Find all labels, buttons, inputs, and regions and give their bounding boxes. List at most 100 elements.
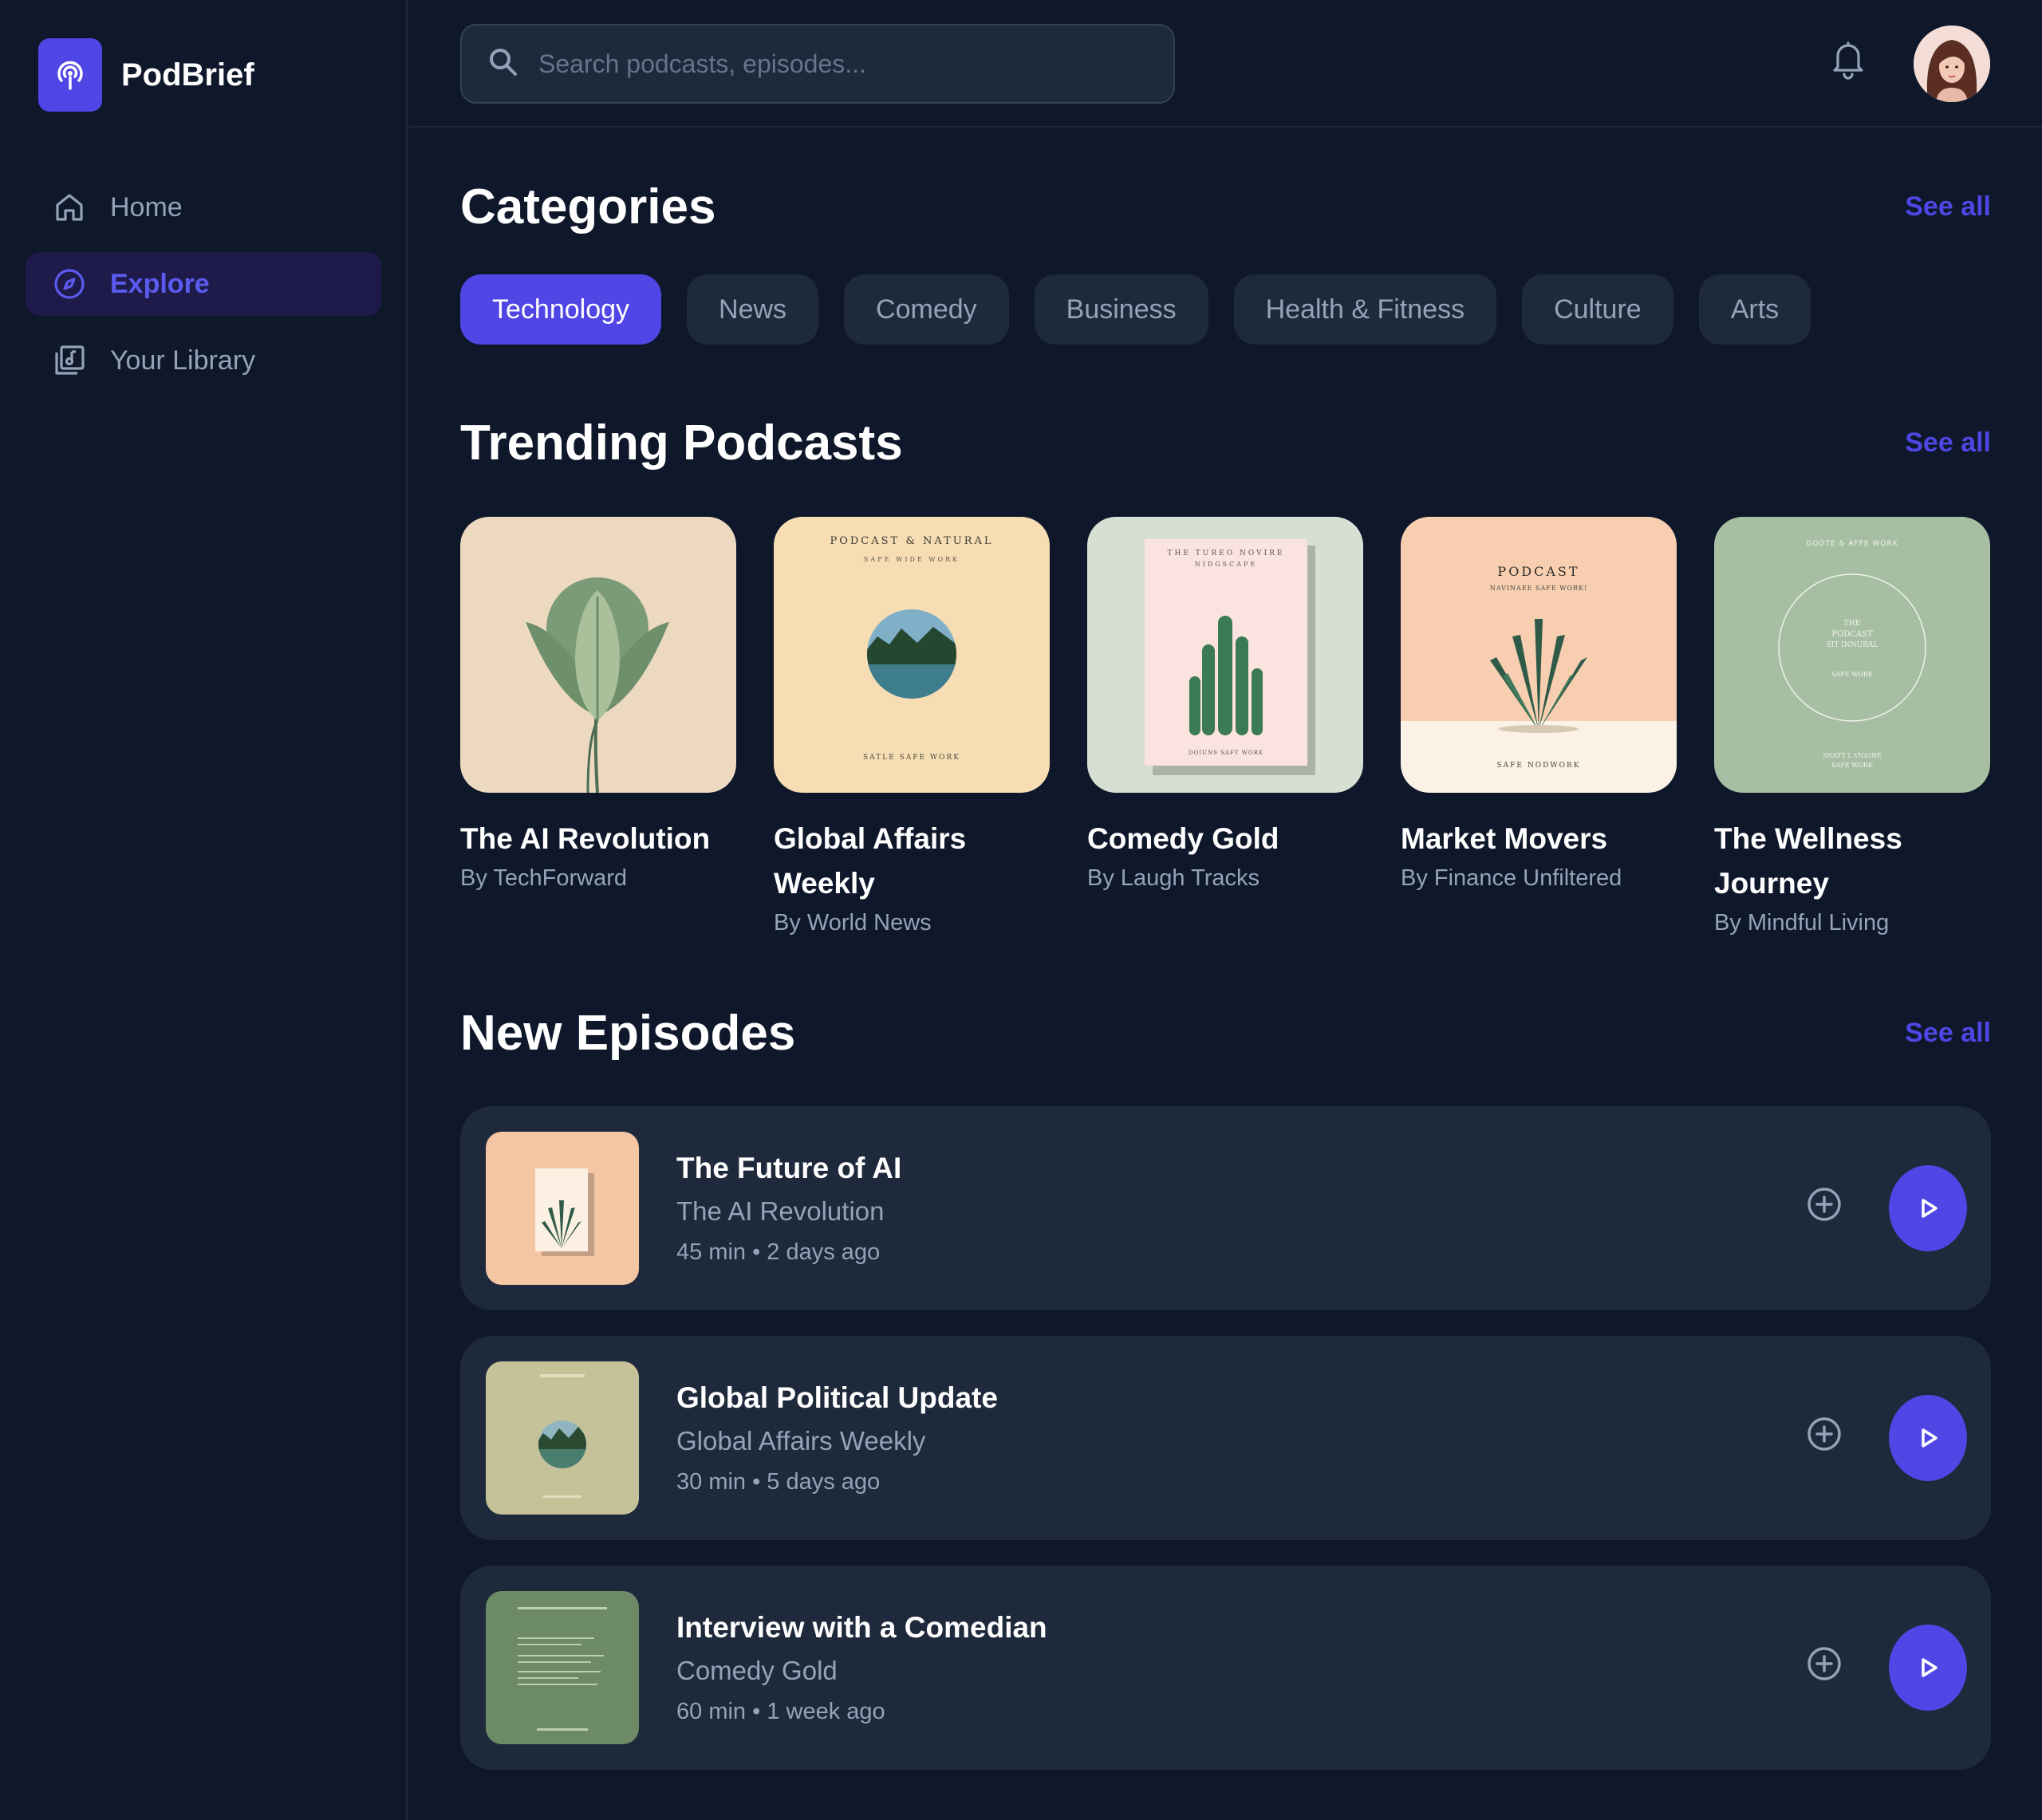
podcast-author: By Finance Unfiltered [1401, 865, 1622, 891]
episode-row[interactable]: Interview with a Comedian Comedy Gold 60… [460, 1566, 1991, 1770]
user-avatar[interactable] [1914, 26, 1990, 102]
compass-icon [53, 267, 86, 301]
cover-text: PODCAST & NATURAL [830, 535, 993, 547]
episode-row[interactable]: Global Political Update Global Affairs W… [460, 1336, 1991, 1540]
cover-text: SAFE WORK [1831, 762, 1874, 769]
trending-header: Trending Podcasts See all [460, 415, 1991, 471]
search-icon [487, 46, 519, 82]
cover-text: GOOTE & AFFE WORK [1806, 540, 1898, 548]
episode-info: Interview with a Comedian Comedy Gold 60… [676, 1605, 1047, 1731]
episode-thumbnail [486, 1361, 639, 1515]
play-button[interactable] [1889, 1625, 1967, 1711]
podcast-cover [460, 517, 736, 793]
cover-text: SAFE NODWORK [1497, 762, 1581, 770]
nav-item-explore[interactable]: Explore [26, 252, 381, 316]
cover-text: PODCAST [1831, 630, 1873, 639]
play-button[interactable] [1889, 1165, 1967, 1251]
podcast-title: Market Movers [1401, 822, 1608, 855]
chip-arts[interactable]: Arts [1698, 274, 1811, 345]
episode-show: The AI Revolution [676, 1196, 885, 1226]
categories-title: Categories [460, 179, 716, 234]
top-bar [409, 0, 2042, 128]
trending-podcast-list: The AI Revolution By TechForward PODCAST… [460, 517, 1990, 940]
podcast-logo-icon [38, 38, 102, 112]
main-nav: Home Explore Your Library [26, 175, 381, 405]
cover-text: THE [1844, 620, 1860, 628]
nav-item-library[interactable]: Your Library [26, 329, 381, 392]
podcast-title: The AI Revolution [460, 822, 711, 855]
sidebar: PodBrief Home Explore Your Library [0, 0, 408, 1820]
bell-icon[interactable] [1831, 38, 1866, 80]
cover-text: NIDGSCAPE [1195, 561, 1258, 568]
category-chips: Technology News Comedy Business Health &… [460, 274, 1836, 345]
podcast-author: By Mindful Living [1714, 910, 1890, 936]
episodes-see-all-link[interactable]: See all [1905, 1018, 1991, 1049]
episodes-header: New Episodes See all [460, 1005, 1991, 1062]
podcast-cover: GOOTE & AFFE WORK THE PODCAST SIT INNURA… [1714, 517, 1990, 793]
add-to-queue-icon[interactable] [1806, 1186, 1843, 1223]
podcast-card-comedy-gold[interactable]: THE TUREO NOVIRE NIDGSCAPE DOIUNS SAFY W… [1087, 517, 1363, 940]
add-to-queue-icon[interactable] [1806, 1416, 1843, 1452]
chip-culture[interactable]: Culture [1522, 274, 1673, 345]
podcast-card-wellness-journey[interactable]: GOOTE & AFFE WORK THE PODCAST SIT INNURA… [1714, 517, 1990, 940]
episode-meta: 60 min • 1 week ago [676, 1699, 885, 1724]
podcast-card-global-affairs[interactable]: PODCAST & NATURAL SAFE WIDE WORK SATLE S… [774, 517, 1050, 940]
library-icon [53, 344, 86, 377]
app-name: PodBrief [121, 57, 254, 93]
podcast-author: By TechForward [460, 865, 627, 891]
podcast-cover: PODCAST NAVINAEE SAFE WORK! SAFE NODWORK [1401, 517, 1677, 793]
podcast-author: By World News [774, 910, 932, 936]
play-icon [1922, 1428, 1938, 1448]
cover-text: SAFE WIDE WORK [864, 556, 960, 563]
chip-news[interactable]: News [687, 274, 819, 345]
episode-show: Global Affairs Weekly [676, 1426, 926, 1456]
episode-title: Global Political Update [676, 1381, 998, 1414]
home-icon [53, 191, 86, 224]
episode-title: Interview with a Comedian [676, 1611, 1047, 1644]
cover-text: THE TUREO NOVIRE [1168, 550, 1285, 557]
podcast-title: The Wellness Journey [1714, 822, 1902, 900]
nav-label-library: Your Library [110, 345, 256, 376]
cover-text: SNATT L VIGGNE [1823, 752, 1882, 759]
play-button[interactable] [1889, 1395, 1967, 1481]
episode-info: The Future of AI The AI Revolution 45 mi… [676, 1146, 901, 1272]
episode-row[interactable]: The Future of AI The AI Revolution 45 mi… [460, 1106, 1991, 1310]
cover-text: NAVINAEE SAFE WORK! [1490, 585, 1588, 592]
episode-thumbnail [486, 1591, 639, 1744]
cover-text: SATLE SAFE WORK [863, 754, 960, 762]
chip-health-fitness[interactable]: Health & Fitness [1233, 274, 1497, 345]
chip-technology[interactable]: Technology [460, 274, 662, 345]
episode-meta: 45 min • 2 days ago [676, 1239, 881, 1265]
cover-text: PODCAST [1497, 564, 1579, 579]
add-to-queue-icon[interactable] [1806, 1645, 1843, 1682]
categories-see-all-link[interactable]: See all [1905, 191, 1991, 223]
episode-list: The Future of AI The AI Revolution 45 mi… [460, 1106, 1991, 1795]
search-input[interactable] [538, 49, 1173, 79]
play-icon [1922, 1658, 1938, 1677]
podcast-title: Global Affairs Weekly [774, 822, 967, 900]
episode-meta: 30 min • 5 days ago [676, 1469, 881, 1495]
cover-text: SIT INNURAL [1827, 641, 1878, 649]
trending-title: Trending Podcasts [460, 416, 903, 471]
chip-business[interactable]: Business [1034, 274, 1208, 345]
podcast-cover: THE TUREO NOVIRE NIDGSCAPE DOIUNS SAFY W… [1087, 517, 1363, 793]
nav-label-home: Home [110, 191, 183, 223]
trending-see-all-link[interactable]: See all [1905, 427, 1991, 459]
podcast-cover: PODCAST & NATURAL SAFE WIDE WORK SATLE S… [774, 517, 1050, 793]
episode-title: The Future of AI [676, 1152, 902, 1184]
search-box[interactable] [460, 24, 1175, 104]
play-icon [1922, 1199, 1938, 1218]
nav-item-home[interactable]: Home [26, 175, 381, 239]
podcast-card-market-movers[interactable]: PODCAST NAVINAEE SAFE WORK! SAFE NODWORK [1401, 517, 1677, 940]
categories-header: Categories See all [460, 179, 1991, 235]
episode-show: Comedy Gold [676, 1656, 838, 1685]
podcast-title: Comedy Gold [1087, 822, 1279, 855]
podcast-card-ai-revolution[interactable]: The AI Revolution By TechForward [460, 517, 736, 940]
cover-text: SAFE WORK [1831, 671, 1874, 678]
episodes-title: New Episodes [460, 1006, 796, 1061]
episode-thumbnail [486, 1132, 639, 1285]
nav-label-explore: Explore [110, 268, 210, 299]
brand[interactable]: PodBrief [38, 38, 254, 112]
chip-comedy[interactable]: Comedy [844, 274, 1009, 345]
podcast-author: By Laugh Tracks [1087, 865, 1259, 891]
